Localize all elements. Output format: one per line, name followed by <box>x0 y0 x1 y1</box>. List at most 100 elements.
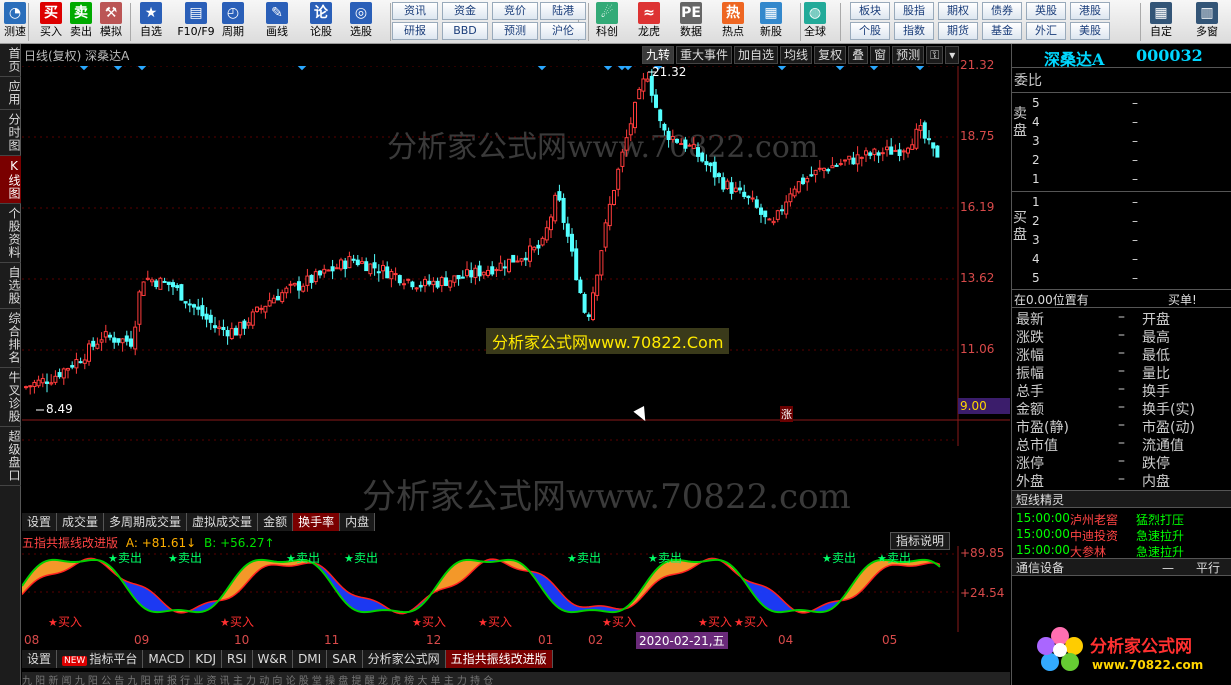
toolbar-text-button[interactable]: 资金 <box>442 2 488 20</box>
toolbar-pen-button[interactable]: ✎ 画线 <box>262 2 292 42</box>
sidebar-item[interactable]: 自选股 <box>0 263 21 309</box>
kline-tool-button[interactable]: 叠 <box>848 46 869 64</box>
toolbar-pe-button[interactable]: PE 数据 <box>676 2 706 42</box>
candle-body <box>691 144 696 149</box>
indicator-tab[interactable]: MACD <box>143 650 191 668</box>
volume-tabs: 设置 成交量 多周期成交量 虚拟成交量 金额 换手率 内盘 <box>22 513 376 531</box>
kline-tool-button[interactable]: 九转 <box>642 46 675 64</box>
kline-tool-button[interactable]: ▾ <box>945 46 960 64</box>
volume-tab[interactable]: 多周期成交量 <box>104 513 188 531</box>
volume-tab[interactable]: 内盘 <box>340 513 376 531</box>
indicator-tab[interactable]: 设置 <box>22 650 58 668</box>
toolbar-globe-button[interactable]: ◍ 全球 <box>800 2 830 42</box>
toolbar-hot-button[interactable]: 热热点 <box>718 2 748 42</box>
toolbar-text-button[interactable]: 期货 <box>938 22 978 40</box>
elf-title[interactable]: 短线精灵 <box>1012 490 1231 508</box>
sidebar-item[interactable]: 牛叉诊股 <box>0 368 21 427</box>
toolbar-label: 选股 <box>350 25 372 38</box>
toolbar-text-button[interactable]: 外汇 <box>1026 22 1066 40</box>
toolbar-text-button[interactable]: 资讯 <box>392 2 438 20</box>
toolbar-custom-button[interactable]: ▦ 自定 <box>1146 2 1176 42</box>
new-badge: NEW <box>62 656 88 666</box>
stat-label: 总市值 <box>1016 438 1058 454</box>
sidebar-item[interactable]: K线图 <box>0 156 21 204</box>
volume-tab[interactable]: 换手率 <box>293 513 341 531</box>
volume-tab[interactable]: 金额 <box>258 513 294 531</box>
toolbar-hammer-button[interactable]: ⚒ 模拟 <box>96 2 126 42</box>
toolbar-text-button[interactable]: 竞价 <box>492 2 538 20</box>
buy-level: 1 <box>1032 195 1040 209</box>
toolbar-chart-button[interactable]: ☄ 科创 <box>592 2 622 42</box>
buy-star-icon: ★ <box>478 616 488 629</box>
candle-body <box>179 284 184 301</box>
toolbar-windows-button[interactable]: ▥ 多窗 <box>1192 2 1222 42</box>
elf-row[interactable]: 15:00:00 泸州老窖 猛烈打压 <box>1016 511 1184 527</box>
sidebar-item[interactable]: 超级盘口 <box>0 427 21 486</box>
indicator-tab[interactable]: NEW 指标平台 <box>57 650 144 668</box>
toolbar-text-button[interactable]: 指数 <box>894 22 934 40</box>
news-tabs[interactable]: 九 阳 新 闻 九 阳 公 告 九 阳 研 报 行 业 资 讯 主 力 动 向 … <box>22 672 1010 685</box>
kline-tool-button[interactable]: 复权 <box>814 46 847 64</box>
sidebar-item[interactable]: 综合排名 <box>0 309 21 368</box>
sector-bar[interactable]: 通信设备 — 平行 <box>1012 558 1231 576</box>
volume-tab[interactable]: 设置 <box>22 513 58 531</box>
toolbar-text-button[interactable]: 陆港 <box>540 2 586 20</box>
toolbar-text-button[interactable]: 港股 <box>1070 2 1110 20</box>
toolbar-text-button[interactable]: BBD <box>442 22 488 40</box>
toolbar-text-button[interactable]: 预测 <box>492 22 538 40</box>
toolbar-sell-button[interactable]: 卖卖出 <box>66 2 96 42</box>
indicator-tab[interactable]: KDJ <box>190 650 222 668</box>
volume-tab[interactable]: 虚拟成交量 <box>187 513 259 531</box>
kline-tool-button[interactable]: 重大事件 <box>676 46 733 64</box>
sell-star-icon: ★ <box>567 552 577 565</box>
kline-tool-button[interactable]: 均线 <box>780 46 813 64</box>
toolbar-text-button[interactable]: 个股 <box>850 22 890 40</box>
candle-body <box>834 164 839 167</box>
kline-tool-button[interactable]: 窗 <box>870 46 891 64</box>
toolbar-search-button[interactable]: ◎ 选股 <box>346 2 376 42</box>
toolbar-text-button[interactable]: 期权 <box>938 2 978 20</box>
toolbar-text-button[interactable]: 英股 <box>1026 2 1066 20</box>
indicator-tab[interactable]: RSI <box>222 650 253 668</box>
indicator-tab[interactable]: 分析家公式网 <box>362 650 446 668</box>
elf-row[interactable]: 15:00:00 中迪投资 急速拉升 <box>1016 527 1184 543</box>
volume-tab[interactable]: 成交量 <box>57 513 105 531</box>
candle-body <box>376 271 381 274</box>
sidebar-item[interactable]: 应用 <box>0 77 21 110</box>
toolbar-text-button[interactable]: 基金 <box>982 22 1022 40</box>
buy-star-icon: ★ <box>602 616 612 629</box>
toolbar-dragon-button[interactable]: ≈ 龙虎 <box>634 2 664 42</box>
toolbar-text-button[interactable]: 美股 <box>1070 22 1110 40</box>
kline-chart[interactable]: 21.32 8.49 <box>22 66 1010 446</box>
sell-label: 卖出 <box>887 551 911 565</box>
toolbar-buy-button[interactable]: 买买入 <box>36 2 66 42</box>
sidebar-item[interactable]: 分时图 <box>0 110 21 156</box>
sell-label: 卖出 <box>296 551 320 565</box>
toolbar-discuss-button[interactable]: 论论股 <box>306 2 336 42</box>
toolbar-star-button[interactable]: ★ 自选 <box>136 2 166 42</box>
kline-tool-button[interactable]: ⚿ <box>926 46 944 64</box>
elf-row[interactable]: 15:00:00 大参林 急速拉升 <box>1016 543 1184 559</box>
indicator-tab[interactable]: 五指共振线改进版 <box>445 650 553 668</box>
toolbar-text-button[interactable]: 研报 <box>392 22 438 40</box>
toolbar-text-button[interactable]: 板块 <box>850 2 890 20</box>
toolbar-ipo-button[interactable]: ▦ 新股 <box>756 2 786 42</box>
sell-label: 卖出 <box>178 551 202 565</box>
kline-tool-button[interactable]: 加自选 <box>734 46 779 64</box>
sidebar-item[interactable]: 首页 <box>0 44 21 77</box>
pe-icon: PE <box>680 2 702 24</box>
indicator-chart[interactable]: ★ 卖出 ★ 卖出 ★ 卖出 ★ 卖出 ★ 卖出 ★ 卖出 ★ 卖出 ★ 卖出★ 买入 ★ 买入 ★ 买入 ★ 买入 ★ 买入 ★… <box>22 546 1010 632</box>
indicator-tab[interactable]: DMI <box>293 650 328 668</box>
toolbar-text-button[interactable]: 沪伦 <box>540 22 586 40</box>
sell-value: – <box>1132 134 1138 148</box>
indicator-tab[interactable]: SAR <box>327 650 363 668</box>
kline-tool-button[interactable]: 预测 <box>892 46 925 64</box>
indicator-tab[interactable]: W&R <box>252 650 294 668</box>
toolbar-text-button[interactable]: 债券 <box>982 2 1022 20</box>
sidebar-item[interactable]: 个股资料 <box>0 204 21 263</box>
toolbar-text-button[interactable]: 股指 <box>894 2 934 20</box>
toolbar-f10-button[interactable]: ▤ F10/F9 <box>176 2 216 42</box>
toolbar-gauge-button[interactable]: ◔ 测速 <box>0 2 30 42</box>
toolbar-clock-button[interactable]: ◴ 周期 <box>218 2 248 42</box>
event-marker <box>113 66 123 71</box>
